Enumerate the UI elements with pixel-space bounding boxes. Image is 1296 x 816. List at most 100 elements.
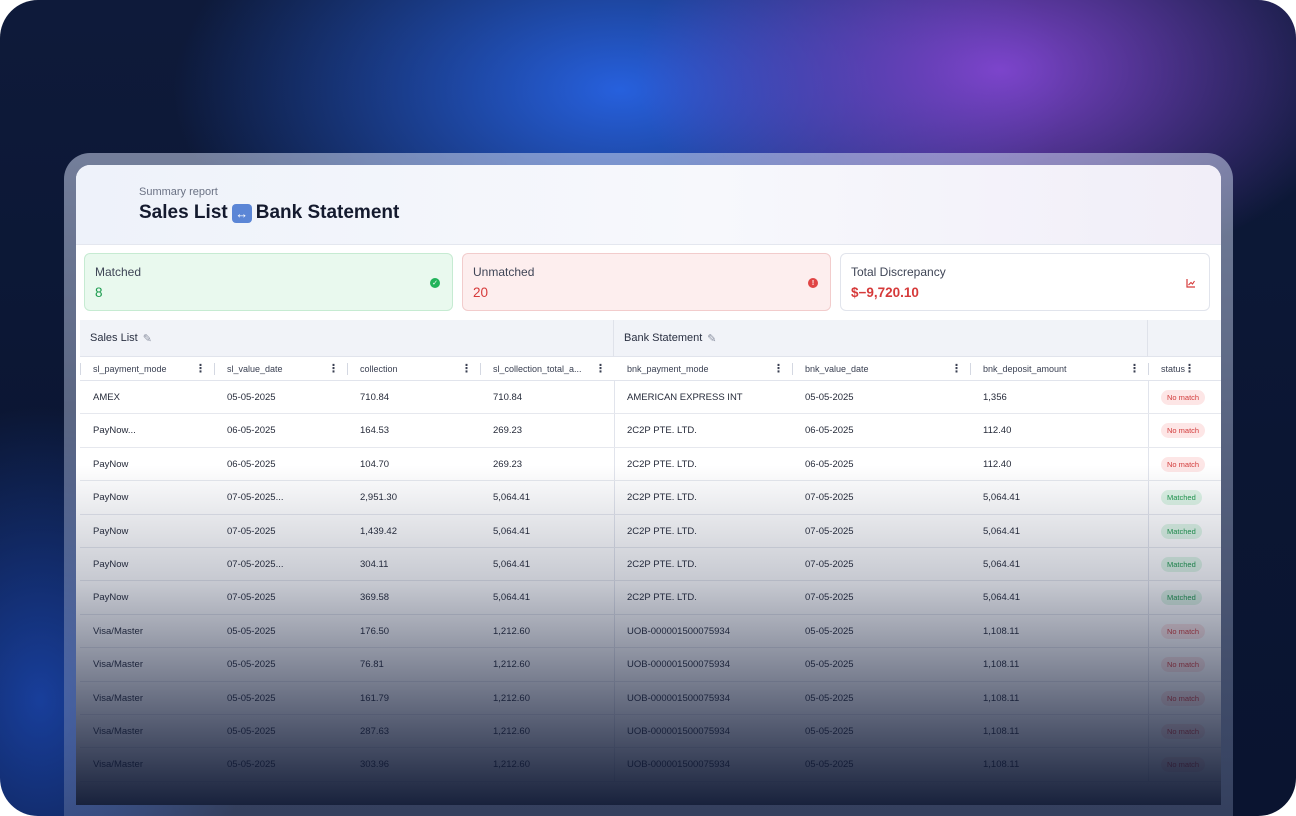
status-cell: No match [1148, 682, 1221, 715]
cell-c2: 06-05-2025 [227, 458, 276, 470]
cell-c3: 303.96 [360, 759, 390, 771]
cell-c6: 05-05-2025 [805, 659, 854, 671]
cell-c7: 5,064.41 [983, 592, 1020, 604]
cell-c5: UOB-000001500075934 [627, 726, 731, 737]
status-badge: No match [1161, 423, 1206, 439]
summary-cards: Matched 8 ✓ Unmatched 20 ! Total Discrep… [84, 253, 1210, 311]
cell-c2: 07-05-2025... [227, 559, 284, 570]
column-divider [614, 548, 615, 581]
cell-c7: 1,108.11 [983, 625, 1020, 637]
cell-c6: 07-05-2025 [805, 525, 854, 537]
column-divider [614, 614, 615, 648]
col-bnk-deposit-amount[interactable]: bnk_deposit_amount ⋮ [970, 357, 1148, 381]
unmatched-value: 20 [473, 285, 489, 300]
cell-c4: 5,064.41 [493, 592, 530, 604]
unmatched-card[interactable]: Unmatched 20 ! [462, 253, 831, 311]
chart-icon [1185, 278, 1197, 288]
status-cell: No match [1148, 648, 1221, 681]
table-row[interactable]: PayNow... 06-05-2025 164.53 269.23 2C2P PTE.… [80, 414, 1221, 448]
cell-c6: 05-05-2025 [805, 625, 854, 637]
cell-c2: 07-05-2025 [227, 525, 276, 537]
report-header: Summary report Sales List ↔ Bank Stateme… [76, 165, 1221, 245]
discrepancy-card[interactable]: Total Discrepancy $−9,720.10 [840, 253, 1210, 311]
edit-sales-icon[interactable]: ✎ [143, 332, 152, 345]
table-row[interactable]: PayNow 06-05-2025 104.70 269.23 2C2P PTE. LT… [80, 447, 1221, 482]
column-menu-icon[interactable]: ⋮ [195, 362, 206, 376]
cell-c1: PayNow [93, 559, 129, 570]
column-menu-icon[interactable]: ⋮ [328, 362, 339, 376]
cell-c5: 2C2P PTE. LTD. [627, 559, 697, 570]
cell-c2: 05-05-2025 [227, 726, 276, 737]
cell-c4: 1,212.60 [493, 759, 530, 771]
cell-c6: 07-05-2025 [805, 592, 854, 604]
cell-c2: 07-05-2025... [227, 492, 284, 504]
status-cell: No match [1148, 615, 1221, 648]
cell-c7: 112.40 [983, 458, 1012, 470]
table-row[interactable]: PayNow 07-05-2025... 304.11 5,064.41 2C2P PT… [80, 548, 1221, 582]
table-row[interactable]: Visa/Master 05-05-2025 161.79 1,212.60 UOB-0… [80, 681, 1221, 715]
cell-c7: 1,108.11 [983, 726, 1020, 737]
col-sl-value-date[interactable]: sl_value_date ⋮ [214, 357, 347, 381]
cell-c1: Visa/Master [93, 625, 143, 637]
unmatched-label: Unmatched [473, 265, 535, 279]
cell-c4: 5,064.41 [493, 525, 530, 537]
status-cell: No match [1148, 414, 1221, 447]
column-menu-icon[interactable]: ⋮ [1184, 362, 1195, 376]
col-bnk-value-date[interactable]: bnk_value_date ⋮ [792, 357, 970, 381]
column-menu-icon[interactable]: ⋮ [595, 362, 606, 376]
col-status[interactable]: status ⋮ [1148, 357, 1221, 381]
table-row[interactable]: PayNow 07-05-2025 369.58 5,064.41 2C2P PTE. … [80, 581, 1221, 615]
table-row[interactable]: Visa/Master 05-05-2025 287.63 1,212.60 UOB-0… [80, 715, 1221, 749]
cell-c4: 1,212.60 [493, 659, 530, 671]
cell-c4: 5,064.41 [493, 559, 530, 570]
cell-c1: Visa/Master [93, 659, 143, 671]
cell-c6: 07-05-2025 [805, 559, 854, 570]
table-row[interactable]: PayNow 07-05-2025... 2,951.30 5,064.41 2C2P … [80, 481, 1221, 515]
cell-c4: 269.23 [493, 458, 523, 470]
table-row[interactable]: AMEX 05-05-2025 710.84 710.84 AMERICAN EXPRE… [80, 381, 1221, 415]
status-cell: No match [1148, 448, 1221, 481]
cell-c6: 05-05-2025 [805, 726, 854, 737]
table-row[interactable]: Visa/Master 05-05-2025 76.81 1,212.60 UOB-00… [80, 648, 1221, 682]
cell-c7: 5,064.41 [983, 492, 1020, 504]
col-sl-collection-total[interactable]: sl_collection_total_a... ⋮ [480, 357, 614, 381]
cell-c7: 5,064.41 [983, 525, 1020, 537]
cell-c1: Visa/Master [93, 759, 143, 771]
col-collection[interactable]: collection ⋮ [347, 357, 480, 381]
cell-c3: 104.70 [360, 458, 390, 470]
cell-c7: 1,108.11 [983, 759, 1020, 771]
cell-c7: 1,108.11 [983, 692, 1020, 704]
cell-c7: 1,108.11 [983, 659, 1020, 671]
cell-c6: 06-05-2025 [805, 425, 854, 437]
column-divider [614, 748, 615, 781]
edit-bank-icon[interactable]: ✎ [707, 332, 716, 345]
col-bnk-payment-mode[interactable]: bnk_payment_mode ⋮ [614, 357, 792, 381]
cell-c5: UOB-000001500075934 [627, 692, 731, 704]
table-row[interactable]: Visa/Master 05-05-2025 176.50 1,212.60 UOB-0… [80, 614, 1221, 649]
matched-card[interactable]: Matched 8 ✓ [84, 253, 453, 311]
status-badge: No match [1161, 690, 1206, 706]
page-title: Sales List ↔ Bank Statement [139, 202, 399, 224]
table-row[interactable]: Visa/Master 05-05-2025 303.96 1,212.60 UOB-0… [80, 748, 1221, 782]
cell-c3: 710.84 [360, 392, 390, 403]
cell-c1: PayNow [93, 458, 129, 470]
column-divider [1148, 447, 1149, 481]
cell-c6: 07-05-2025 [805, 492, 854, 504]
column-divider [614, 581, 615, 614]
discrepancy-value: $−9,720.10 [851, 285, 919, 300]
column-menu-icon[interactable]: ⋮ [773, 362, 784, 376]
column-menu-icon[interactable]: ⋮ [461, 362, 472, 376]
col-sl-payment-mode[interactable]: sl_payment_mode ⋮ [80, 357, 214, 381]
column-menu-icon[interactable]: ⋮ [1129, 362, 1140, 376]
cell-c1: PayNow [93, 492, 129, 504]
status-cell: Matched [1148, 515, 1221, 548]
cell-c2: 05-05-2025 [227, 625, 276, 637]
status-cell: Matched [1148, 548, 1221, 581]
cell-c1: PayNow [93, 592, 129, 604]
report-subtitle: Summary report [139, 186, 218, 198]
swap-arrows-icon: ↔ [231, 203, 252, 223]
column-menu-icon[interactable]: ⋮ [951, 362, 962, 376]
table-row[interactable]: PayNow 07-05-2025 1,439.42 5,064.41 2C2P PTE… [80, 514, 1221, 548]
matched-value: 8 [95, 285, 103, 300]
check-circle-icon: ✓ [430, 278, 440, 288]
